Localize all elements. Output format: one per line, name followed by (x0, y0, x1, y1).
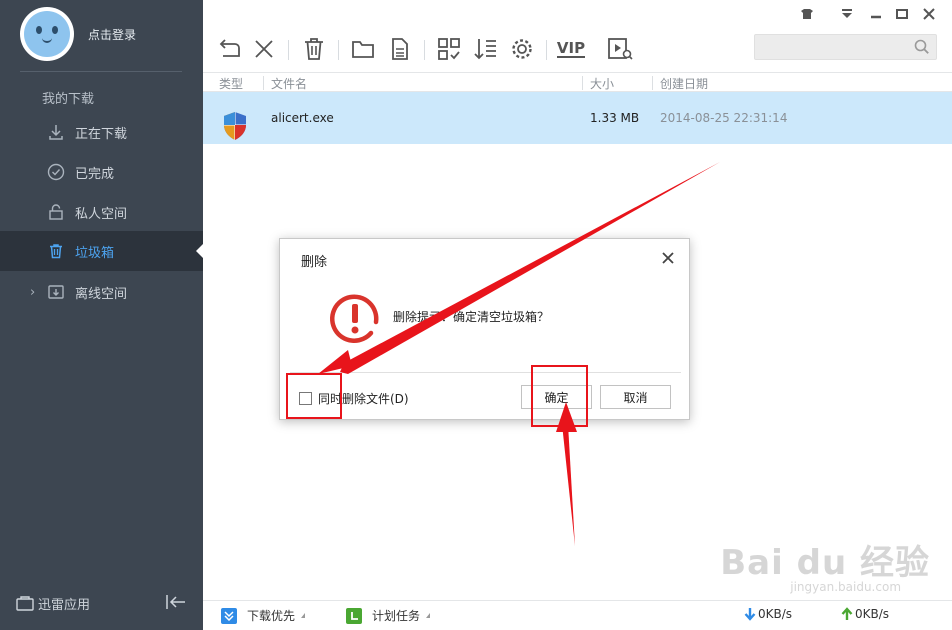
toolbar-separator (288, 40, 289, 60)
collapse-sidebar-button[interactable] (165, 594, 187, 614)
sidebar-item-label: 已完成 (75, 166, 115, 182)
apps-icon (16, 595, 34, 612)
annotation-highlight-checkbox (286, 373, 342, 419)
file-date: 2014-08-25 22:31:14 (660, 111, 788, 125)
toolbar-separator (546, 40, 547, 60)
avatar[interactable] (20, 7, 74, 61)
menu-dropdown-icon[interactable] (839, 6, 855, 22)
upload-speed-value: 0KB/s (855, 607, 890, 621)
sidebar-item-downloading[interactable]: 正在下载 (0, 112, 203, 152)
column-name[interactable]: 文件名 (271, 75, 307, 92)
arrow-up-icon (841, 607, 853, 621)
folder-icon[interactable] (350, 36, 376, 62)
warning-icon (329, 292, 381, 348)
sidebar-item-private-space[interactable]: 私人空间 (0, 192, 203, 232)
sort-icon[interactable] (473, 36, 499, 62)
priority-label: 下载优先 (247, 609, 296, 623)
download-arrow-icon (46, 122, 66, 142)
column-size[interactable]: 大小 (590, 75, 614, 92)
apps-label: 迅雷应用 (38, 598, 91, 613)
search-box[interactable] (754, 34, 937, 60)
sidebar-item-offline-space[interactable]: › 离线空间 (0, 272, 203, 312)
priority-icon (221, 607, 237, 624)
check-circle-icon (46, 162, 66, 182)
column-type[interactable]: 类型 (219, 75, 243, 92)
sidebar-item-label: 正在下载 (75, 126, 128, 142)
file-name: alicert.exe (271, 111, 334, 125)
column-date[interactable]: 创建日期 (660, 75, 708, 92)
chevron-right-icon[interactable]: › (30, 285, 35, 300)
toolbar: VIP (203, 0, 952, 72)
download-speed-value: 0KB/s (758, 607, 793, 621)
vip-label: VIP (556, 39, 586, 58)
sidebar-footer: 迅雷应用 (0, 580, 203, 630)
cloud-download-icon (46, 282, 66, 302)
lock-icon (46, 202, 66, 222)
download-speed: 0KB/s (744, 607, 792, 621)
baidu-watermark: Bai du 经验 jingyan.baidu.com (720, 535, 930, 594)
sidebar-item-trash[interactable]: 垃圾箱 (0, 231, 203, 271)
sidebar-item-label: 私人空间 (75, 206, 128, 222)
search-icon[interactable] (914, 39, 930, 59)
status-bar: 下载优先 计划任务 0KB/s 0KB/s (203, 600, 952, 630)
toolbar-separator (338, 40, 339, 60)
cancel-button[interactable]: 取消 (600, 385, 671, 409)
gear-icon[interactable] (509, 36, 535, 62)
arrow-down-icon (744, 607, 756, 621)
login-link[interactable]: 点击登录 (88, 26, 136, 43)
sidebar-divider (20, 71, 182, 72)
collapse-left-icon (166, 595, 185, 609)
document-icon[interactable] (387, 36, 413, 62)
back-icon[interactable] (217, 36, 243, 62)
schedule-task-button[interactable]: 计划任务 (346, 607, 431, 624)
upload-speed: 0KB/s (841, 607, 889, 621)
sidebar-heading[interactable]: 我的下载 (42, 88, 94, 107)
sidebar: 点击登录 我的下载 正在下载 已完成 私人空间 垃圾箱 › 离线空间 迅雷应用 (0, 0, 203, 630)
dialog-divider (290, 372, 681, 373)
trash-icon (46, 241, 66, 261)
schedule-icon (346, 607, 362, 624)
dialog-title: 删除 (301, 255, 328, 270)
dialog-message: 删除提示：确定清空垃圾箱？ (393, 310, 550, 324)
avatar-face-icon (24, 11, 70, 57)
maximize-icon[interactable] (894, 6, 910, 22)
download-priority-button[interactable]: 下载优先 (221, 607, 306, 624)
trash-icon[interactable] (301, 36, 327, 62)
watermark-logo: Bai du 经验 (720, 543, 930, 583)
sidebar-item-label: 垃圾箱 (75, 245, 115, 261)
minimize-icon[interactable] (868, 6, 884, 22)
sidebar-item-completed[interactable]: 已完成 (0, 152, 203, 192)
apps-button[interactable]: 迅雷应用 (16, 594, 90, 613)
grid-check-icon[interactable] (436, 36, 462, 62)
toolbar-separator (424, 40, 425, 60)
play-search-icon[interactable] (607, 36, 633, 62)
vip-icon[interactable]: VIP (556, 36, 586, 62)
table-row[interactable]: alicert.exe 1.33 MB 2014-08-25 22:31:14 (203, 92, 952, 144)
schedule-label: 计划任务 (372, 609, 421, 623)
sidebar-item-label: 离线空间 (75, 286, 128, 302)
skin-shirt-icon[interactable] (799, 6, 815, 22)
user-profile[interactable]: 点击登录 (20, 7, 136, 61)
search-input[interactable] (755, 35, 905, 59)
close-window-icon[interactable] (921, 6, 937, 22)
file-size: 1.33 MB (590, 111, 640, 125)
column-header: 类型 文件名 大小 创建日期 (203, 72, 952, 92)
annotation-highlight-confirm (531, 365, 588, 427)
shield-exe-icon (221, 111, 249, 144)
close-icon[interactable] (661, 251, 675, 265)
close-icon[interactable] (251, 36, 277, 62)
